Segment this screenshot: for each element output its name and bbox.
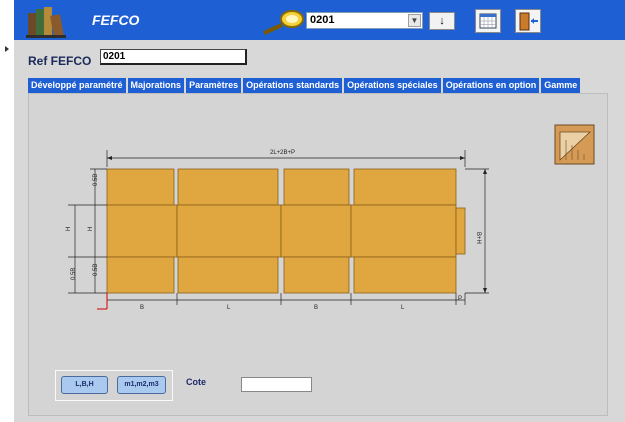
dim-left-outer-2: H [66, 227, 72, 231]
cote-field[interactable] [241, 377, 312, 392]
box-layout-diagram: 2L+2B+P B+H 0.5B H 0.5B H 0.5B B L B L P [66, 124, 595, 311]
top-flap-2 [177, 168, 279, 206]
box-thumbnail-icon[interactable] [554, 124, 595, 165]
dim-bottom-l1: L [227, 305, 231, 311]
bottom-flap-2 [177, 256, 279, 294]
top-flap-4 [353, 168, 457, 206]
dim-bottom-l2: L [401, 305, 405, 311]
body-panel-2 [176, 204, 282, 258]
dim-left-inner-2: H [88, 227, 94, 231]
bottom-flap-1 [106, 256, 175, 294]
dim-bottom-p: P [458, 296, 462, 302]
body-panel-3 [280, 204, 352, 258]
lbh-button[interactable]: L,B,H [61, 376, 108, 394]
bottom-flap-3 [283, 256, 350, 294]
dim-bottom-b1: B [140, 305, 144, 311]
top-flap-3 [283, 168, 350, 206]
bottom-flap-4 [353, 256, 457, 294]
dim-right-label: B+H [475, 232, 481, 244]
cote-label: Cote [186, 377, 206, 387]
dim-left-outer-1: 0.5B [71, 268, 77, 280]
dim-left-inner-1: 0.5B [93, 174, 99, 186]
m123-button[interactable]: m1,m2,m3 [117, 376, 166, 394]
top-flap-1 [106, 168, 175, 206]
body-panel-1 [106, 204, 178, 258]
dim-left-inner-3: 0.5B [93, 264, 99, 276]
glue-flap [455, 207, 466, 255]
dim-bottom-b2: B [314, 305, 318, 311]
body-panel-4 [350, 204, 457, 258]
dim-top-label: 2L+2B+P [270, 150, 295, 156]
